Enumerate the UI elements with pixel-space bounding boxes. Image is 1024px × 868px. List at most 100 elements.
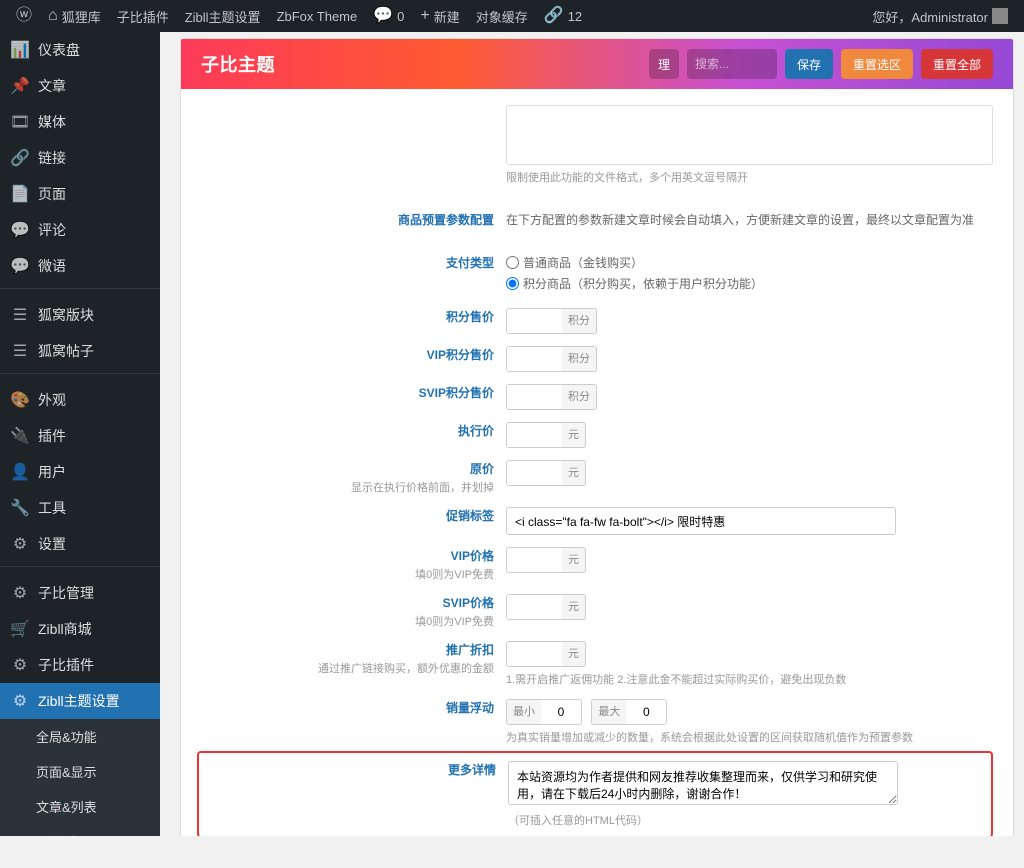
panel-body: 限制使用此功能的文件格式，多个用英文逗号隔开 商品预置参数配置 在下方配置的参数… [181, 89, 1013, 836]
admin-bar-item-7[interactable]: 对象缓存 [468, 0, 536, 32]
admin-bar-icon: 💬 [373, 8, 393, 24]
menu-item-子比管理[interactable]: ⚙子比管理 [0, 575, 160, 611]
menu-label: Zibll主题设置 [38, 691, 120, 711]
expand-button[interactable]: 理 [649, 49, 679, 79]
menu-item-微语[interactable]: 💬 微语 [0, 248, 160, 284]
svip-points-input[interactable] [506, 384, 566, 410]
orig-price-input[interactable] [506, 460, 566, 486]
vip-points-input[interactable] [506, 346, 566, 372]
submenu-item-文章&列表[interactable]: 文章&列表 [0, 789, 160, 824]
menu-icon: 🔧 [10, 498, 30, 518]
menu-label: 链接 [38, 148, 66, 168]
sales-min-input[interactable] [541, 700, 581, 724]
menu-label: 子比插件 [38, 655, 94, 675]
menu-item-插件[interactable]: 🔌插件 [0, 418, 160, 454]
menu-item-子比插件[interactable]: ⚙子比插件 [0, 647, 160, 683]
menu-icon: ☰ [10, 341, 30, 361]
more-detail-label: 更多详情 [448, 763, 496, 777]
menu-item-媒体[interactable]: 🎞媒体 [0, 104, 160, 140]
pay-type-label: 支付类型 [446, 256, 494, 270]
admin-bar-item-6[interactable]: +新建 [412, 0, 467, 32]
svip-price-input[interactable] [506, 594, 566, 620]
admin-bar-item-8[interactable]: 🔗12 [536, 0, 590, 32]
vip-price-input[interactable] [506, 547, 566, 573]
menu-separator [0, 288, 160, 293]
exec-price-input[interactable] [506, 422, 566, 448]
wp-logo[interactable]: ⓦ [8, 0, 40, 32]
menu-label: 子比管理 [38, 583, 94, 603]
submenu-item-功能&权限[interactable]: 功能&权限 [0, 824, 160, 836]
wp-logo-icon: ⓦ [16, 8, 32, 24]
menu-label: 狐窝版块 [38, 305, 94, 325]
more-detail-textarea[interactable] [508, 761, 898, 805]
points-price-label: 积分售价 [446, 310, 494, 324]
menu-icon: ⚙ [10, 691, 30, 711]
submenu-item-全局&功能[interactable]: 全局&功能 [0, 719, 160, 754]
section-label: 商品预置参数配置 [398, 213, 494, 227]
menu-label: 设置 [38, 534, 66, 554]
admin-bar-item-2[interactable]: 子比插件 [109, 0, 177, 32]
menu-icon: 🎨 [10, 390, 30, 410]
pay-type-normal[interactable]: 普通商品（金钱购买） [506, 254, 993, 271]
radio-points[interactable] [506, 277, 519, 290]
menu-icon: 💬 [10, 220, 30, 240]
reset-all-button[interactable]: 重置全部 [921, 49, 993, 79]
vip-points-label: VIP积分售价 [427, 348, 494, 362]
menu-item-评论[interactable]: 💬 评论 [0, 212, 160, 248]
admin-bar-item-1[interactable]: ⌂狐狸库 [40, 0, 109, 32]
sales-max-input[interactable] [626, 700, 666, 724]
theme-options-panel: 子比主题 理 保存 重置选区 重置全部 限制使用此功能的文件格式，多个用英文逗号… [180, 38, 1014, 836]
pay-type-points[interactable]: 积分商品（积分购买，依赖于用户积分功能） [506, 275, 993, 292]
promo-tag-input[interactable] [506, 507, 896, 535]
promo-tag-label: 促销标签 [446, 509, 494, 523]
submenu: 全局&功能页面&显示文章&列表功能&权限用户&互动商城&付费社区&论坛扩展&增强… [0, 719, 160, 836]
menu-label: 插件 [38, 426, 66, 446]
menu-item-用户[interactable]: 👤用户 [0, 454, 160, 490]
menu-item-外观[interactable]: 🎨外观 [0, 382, 160, 418]
menu-icon: 📌 [10, 76, 30, 96]
top-note: 限制使用此功能的文件格式，多个用英文逗号隔开 [506, 169, 993, 185]
svip-price-label: SVIP价格 [443, 596, 494, 610]
top-box [506, 105, 993, 165]
panel-title: 子比主题 [201, 51, 275, 77]
admin-bar-right: 您好，Administrator [864, 0, 1016, 32]
reset-section-button[interactable]: 重置选区 [841, 49, 913, 79]
points-price-input[interactable] [506, 308, 566, 334]
menu-item-工具[interactable]: 🔧工具 [0, 490, 160, 526]
menu-icon: 💬 [10, 256, 30, 276]
wp-admin-menu: 📊仪表盘📌文章🎞媒体🔗链接📄页面💬评论💬微语☰狐窝版块☰狐窝帖子🎨外观🔌插件👤用… [0, 32, 160, 836]
menu-item-Zibll主题设置[interactable]: ⚙ Zibll主题设置 [0, 683, 160, 719]
menu-label: 评论 [38, 220, 66, 240]
menu-item-链接[interactable]: 🔗链接 [0, 140, 160, 176]
menu-item-设置[interactable]: ⚙ 设置 [0, 526, 160, 562]
menu-item-文章[interactable]: 📌 文章 [0, 68, 160, 104]
admin-bar-item-5[interactable]: 💬0 [365, 0, 412, 32]
admin-bar-icon: + [420, 8, 429, 24]
menu-label: 页面 [38, 184, 66, 204]
menu-label: 媒体 [38, 112, 66, 132]
admin-bar-item-4[interactable]: ZbFox Theme [269, 0, 366, 32]
menu-item-仪表盘[interactable]: 📊仪表盘 [0, 32, 160, 68]
promo-discount-input[interactable] [506, 641, 566, 667]
promo-discount-label: 推广折扣 [446, 643, 494, 657]
menu-item-狐窝版块[interactable]: ☰狐窝版块 [0, 297, 160, 333]
menu-item-狐窝帖子[interactable]: ☰狐窝帖子 [0, 333, 160, 369]
exec-price-label: 执行价 [458, 424, 494, 438]
menu-label: 微语 [38, 256, 66, 276]
admin-bar-greeting: 您好，Administrator [872, 7, 988, 26]
sales-max-group: 最大 [591, 699, 667, 725]
search-input[interactable] [687, 49, 777, 79]
menu-item-页面[interactable]: 📄 页面 [0, 176, 160, 212]
admin-bar-item-3[interactable]: Zibll主题设置 [177, 0, 269, 32]
menu-label: 文章 [38, 76, 66, 96]
menu-item-Zibll商城[interactable]: 🛒Zibll商城 [0, 611, 160, 647]
menu-icon: 📊 [10, 40, 30, 60]
admin-bar-account[interactable]: 您好，Administrator [864, 0, 1016, 32]
save-button[interactable]: 保存 [785, 49, 833, 79]
submenu-item-页面&显示[interactable]: 页面&显示 [0, 754, 160, 789]
menu-icon: ⚙ [10, 534, 30, 554]
menu-icon: 🛒 [10, 619, 30, 639]
radio-normal[interactable] [506, 256, 519, 269]
menu-icon: 📄 [10, 184, 30, 204]
admin-bar-icon: ⌂ [48, 8, 58, 24]
